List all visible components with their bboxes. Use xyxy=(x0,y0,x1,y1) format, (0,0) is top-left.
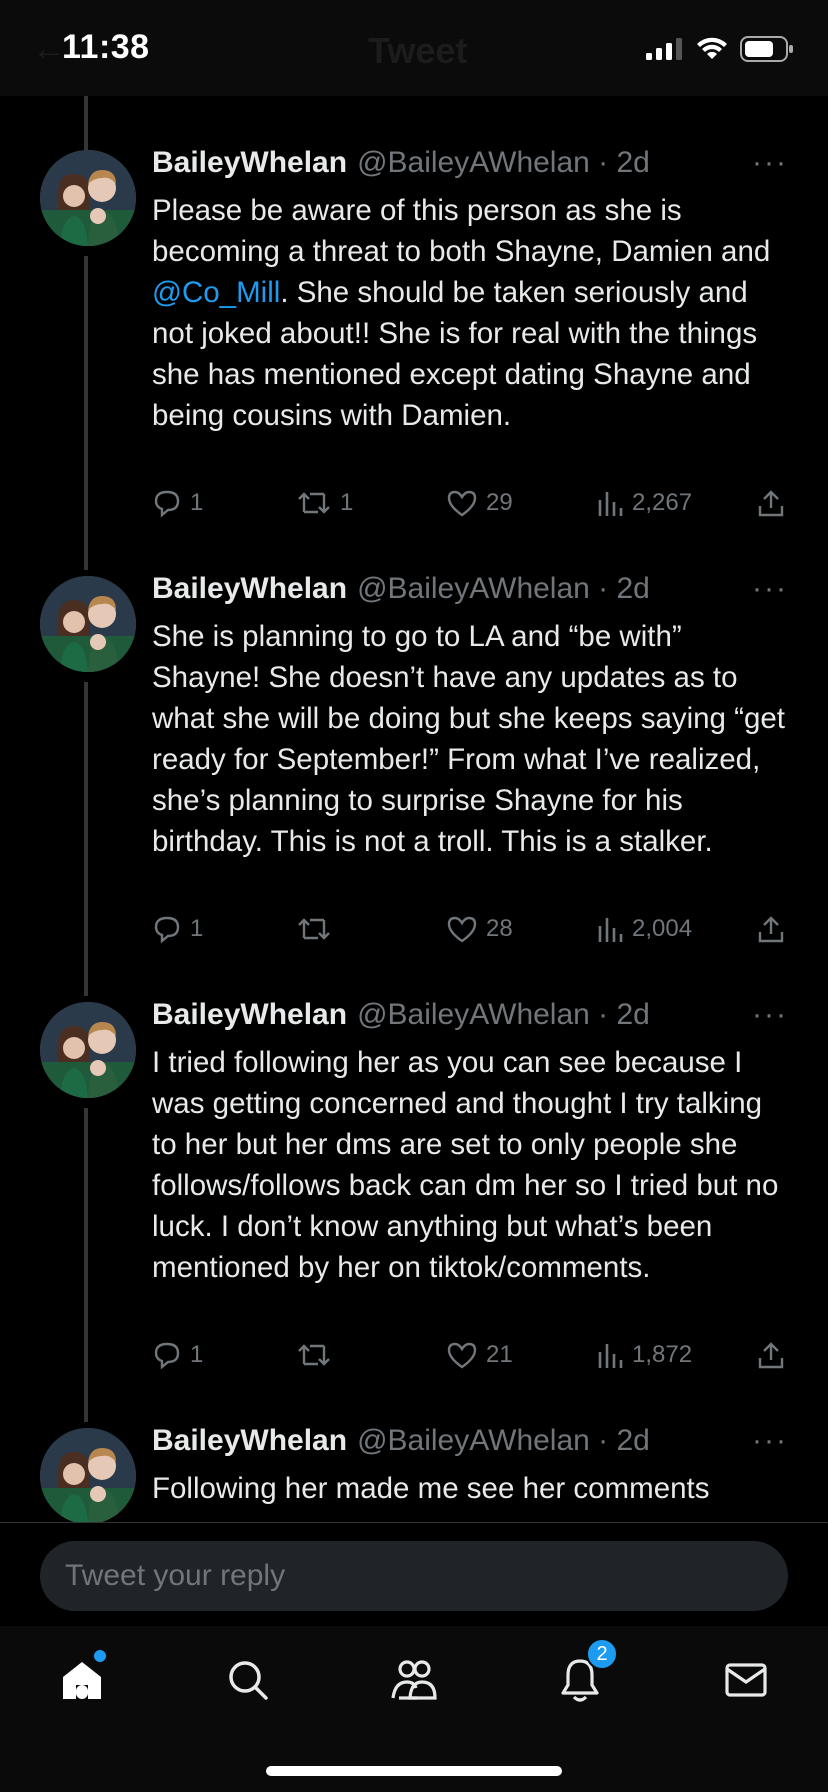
views-button[interactable]: 2,004 xyxy=(596,914,692,944)
retweet-icon xyxy=(298,492,330,514)
reply-button[interactable]: 1 xyxy=(152,914,203,944)
heart-icon xyxy=(447,1342,477,1369)
nav-communities[interactable] xyxy=(384,1650,444,1710)
views-icon xyxy=(598,492,623,516)
heart-icon xyxy=(447,490,477,517)
like-count: 28 xyxy=(486,915,513,942)
heart-icon xyxy=(447,916,477,943)
like-button[interactable]: 28 xyxy=(446,914,513,944)
reply-button[interactable]: 1 xyxy=(152,1340,203,1370)
share-button[interactable] xyxy=(756,1340,786,1370)
nav-messages[interactable] xyxy=(716,1650,776,1710)
tweet-text: I tried following her as you can see bec… xyxy=(152,1046,779,1284)
share-button[interactable] xyxy=(756,488,786,518)
retweet-button[interactable]: 1 xyxy=(296,488,353,518)
nav-search[interactable] xyxy=(218,1650,278,1710)
tweet-header: BaileyWhelan @BaileyAWhelan · 2d xyxy=(152,572,650,606)
views-icon xyxy=(598,1344,623,1368)
thread-line xyxy=(84,96,88,150)
home-unread-dot xyxy=(94,1650,106,1662)
like-button[interactable]: 21 xyxy=(446,1340,513,1370)
reply-icon xyxy=(154,1342,180,1370)
tweet-actions: 1 28 2,004 xyxy=(152,914,792,954)
tweet-header: BaileyWhelan @BaileyAWhelan · 2d xyxy=(152,146,650,180)
status-time: 11:38 xyxy=(62,28,150,66)
reply-icon xyxy=(154,490,180,518)
battery-icon xyxy=(740,36,793,62)
author-handle[interactable]: @BaileyAWhelan · 2d xyxy=(357,1424,650,1458)
author-name[interactable]: BaileyWhelan xyxy=(152,146,347,180)
more-options-icon[interactable]: ··· xyxy=(752,146,788,180)
status-bar: ← Tweet 11:38 xyxy=(0,0,828,96)
views-count: 2,267 xyxy=(632,489,693,516)
like-count: 21 xyxy=(486,1341,513,1368)
tweet-actions: 1 1 29 2,267 xyxy=(152,488,792,528)
signal-icon xyxy=(646,38,682,60)
communities-icon xyxy=(391,1660,437,1700)
home-indicator[interactable] xyxy=(266,1766,562,1776)
share-icon xyxy=(758,490,784,517)
reply-count: 1 xyxy=(190,489,204,516)
views-button[interactable]: 2,267 xyxy=(596,488,692,518)
avatar[interactable] xyxy=(40,576,136,672)
tweet-text: Following her made me see her comments xyxy=(152,1472,710,1505)
retweet-icon xyxy=(298,918,330,940)
thread-line xyxy=(84,256,88,570)
more-options-icon[interactable]: ··· xyxy=(752,572,788,606)
tweet-header: BaileyWhelan @BaileyAWhelan · 2d xyxy=(152,1424,650,1458)
status-icons xyxy=(646,36,794,62)
share-icon xyxy=(758,916,784,943)
retweet-icon xyxy=(298,1344,330,1366)
author-name[interactable]: BaileyWhelan xyxy=(152,572,347,606)
reply-icon xyxy=(154,916,180,944)
retweet-count: 1 xyxy=(340,489,354,516)
avatar[interactable] xyxy=(40,1002,136,1098)
author-name[interactable]: BaileyWhelan xyxy=(152,1424,347,1458)
search-icon xyxy=(229,1661,268,1700)
views-count: 2,004 xyxy=(632,915,693,942)
tweet-text: She is planning to go to LA and “be with… xyxy=(152,620,785,858)
more-options-icon[interactable]: ··· xyxy=(752,1424,788,1458)
author-handle[interactable]: @BaileyAWhelan · 2d xyxy=(357,572,650,606)
wifi-icon xyxy=(697,37,727,59)
like-count: 29 xyxy=(486,489,513,516)
views-count: 1,872 xyxy=(632,1341,693,1368)
share-button[interactable] xyxy=(756,914,786,944)
reply-input[interactable] xyxy=(40,1541,788,1611)
back-arrow-icon[interactable]: ← xyxy=(32,30,66,69)
views-icon xyxy=(598,918,623,942)
thread-line xyxy=(84,682,88,996)
mention-link[interactable]: @Co_Mill xyxy=(152,276,280,309)
page-title: Tweet xyxy=(368,30,468,71)
author-handle[interactable]: @BaileyAWhelan · 2d xyxy=(357,998,650,1032)
avatar[interactable] xyxy=(40,150,136,246)
views-button[interactable]: 1,872 xyxy=(596,1340,692,1370)
tweet-actions: 1 21 1,872 xyxy=(152,1340,792,1380)
reply-count: 1 xyxy=(190,915,204,942)
thread-line xyxy=(84,1108,88,1422)
more-options-icon[interactable]: ··· xyxy=(752,998,788,1032)
share-icon xyxy=(758,1342,784,1369)
avatar[interactable] xyxy=(40,1428,136,1524)
tweet-text: Please be aware of this person as she is… xyxy=(152,194,771,432)
tweet-header: BaileyWhelan @BaileyAWhelan · 2d xyxy=(152,998,650,1032)
retweet-button[interactable] xyxy=(296,1340,340,1370)
like-button[interactable]: 29 xyxy=(446,488,513,518)
mail-icon xyxy=(725,1663,767,1697)
author-name[interactable]: BaileyWhelan xyxy=(152,998,347,1032)
home-icon xyxy=(63,1662,101,1699)
reply-button[interactable]: 1 xyxy=(152,488,203,518)
reply-bar xyxy=(0,1522,828,1626)
nav-notifications[interactable]: 2 xyxy=(550,1638,618,1710)
author-handle[interactable]: @BaileyAWhelan · 2d xyxy=(357,146,650,180)
nav-home[interactable] xyxy=(52,1650,112,1710)
retweet-button[interactable] xyxy=(296,914,340,944)
reply-count: 1 xyxy=(190,1341,204,1368)
notifications-badge: 2 xyxy=(586,1638,618,1670)
